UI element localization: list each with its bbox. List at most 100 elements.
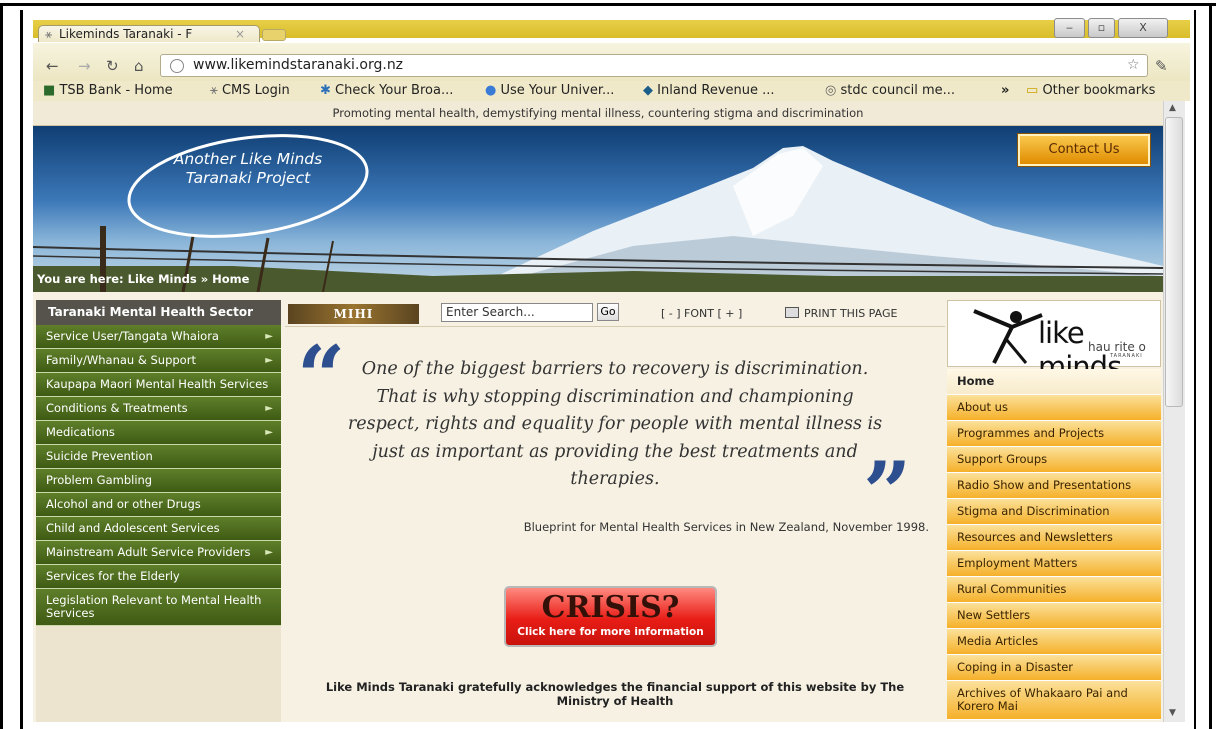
left-nav-item[interactable]: Problem Gambling (36, 469, 281, 493)
crisis-button[interactable]: CRISIS? Click here for more information (504, 586, 717, 647)
left-nav-item[interactable]: Medications ► (36, 421, 281, 445)
wrench-icon[interactable]: ✎ (1155, 57, 1168, 75)
breadcrumb: You are here: Like Minds » Home (37, 272, 250, 286)
bookmark-cms[interactable]: ⚹ CMS Login (210, 83, 290, 98)
chevron-right-icon: ► (265, 427, 273, 438)
bookmarks-bar: ■ TSB Bank - Home ⚹ CMS Login ✱ Check Yo… (33, 81, 1190, 101)
address-bar[interactable]: www.likemindstaranaki.org.nz (160, 54, 1148, 77)
chevron-right-icon: ► (265, 355, 273, 366)
close-quote-icon: ” (863, 443, 912, 542)
bookmark-inland-revenue[interactable]: ◆ Inland Revenue ... (643, 83, 775, 98)
banner-image: Another Like Minds Taranaki Project Cont… (33, 126, 1163, 292)
bookmark-university[interactable]: ● Use Your Univer... (485, 83, 614, 98)
scroll-down-icon[interactable]: ▼ (1169, 708, 1176, 718)
bookmark-other[interactable]: ▭ Other bookmarks (1026, 83, 1155, 98)
search-input[interactable]: Enter Search... (441, 303, 593, 322)
web-page: Promoting mental health, demystifying me… (33, 101, 1163, 722)
logo-subtitle: hau rite o (1088, 340, 1146, 354)
globe-icon (170, 59, 184, 73)
left-nav-item[interactable]: Alcohol and or other Drugs (36, 493, 281, 517)
right-nav-item[interactable]: Stigma and Discrimination (947, 499, 1161, 525)
right-nav-item[interactable]: Programmes and Projects (947, 421, 1161, 447)
bookmark-tsb[interactable]: ■ TSB Bank - Home (43, 83, 173, 98)
inland-revenue-icon: ◆ (643, 83, 653, 98)
left-nav-item[interactable]: Conditions & Treatments ► (36, 397, 281, 421)
broadband-icon: ✱ (320, 83, 331, 98)
left-nav-item[interactable]: Family/Whanau & Support ► (36, 349, 281, 373)
right-nav-item[interactable]: Radio Show and Presentations (947, 473, 1161, 499)
left-nav-item[interactable]: Services for the Elderly (36, 565, 281, 589)
right-nav-item[interactable]: Coping in a Disaster (947, 655, 1161, 681)
font-size-control[interactable]: [ - ] FONT [ + ] (661, 307, 742, 320)
frame-border-left (0, 3, 3, 729)
right-nav-item[interactable]: Rural Communities (947, 577, 1161, 603)
tab-favicon-icon: ⚹ (45, 27, 53, 41)
main-content: MIHI Enter Search... Go [ - ] FONT [ + ]… (285, 300, 945, 722)
open-quote-icon: “ (297, 327, 346, 426)
left-nav-item[interactable]: Child and Adolescent Services (36, 517, 281, 541)
left-nav-item[interactable]: Legislation Relevant to Mental Health Se… (36, 589, 281, 626)
right-nav-item[interactable]: Archives of Whakaaro Pai and Korero Mai (947, 681, 1161, 720)
left-nav-item[interactable]: Suicide Prevention (36, 445, 281, 469)
left-nav-item[interactable]: Kaupapa Maori Mental Health Services (36, 373, 281, 397)
right-nav-item[interactable]: Media Articles (947, 629, 1161, 655)
tab-title: Likeminds Taranaki - F (59, 27, 193, 41)
left-nav-item[interactable]: Service User/Tangata Whaiora ► (36, 325, 281, 349)
printer-icon (785, 307, 799, 318)
banner-project-text: Another Like Minds Taranaki Project (173, 150, 323, 187)
right-nav-item[interactable]: Employment Matters (947, 551, 1161, 577)
left-nav-item[interactable]: Mainstream Adult Service Providers ► (36, 541, 281, 565)
close-window-button[interactable]: X (1118, 18, 1168, 38)
quote-text: One of the biggest barriers to recovery … (347, 359, 883, 489)
scroll-up-icon[interactable]: ▲ (1169, 103, 1176, 113)
search-go-button[interactable]: Go (597, 303, 619, 321)
print-page-link[interactable]: PRINT THIS PAGE (785, 307, 897, 320)
forward-icon[interactable]: → (78, 57, 91, 75)
chevron-right-icon: ► (265, 403, 273, 414)
logo-region: TARANAKI (1110, 353, 1143, 359)
folder-icon: ▭ (1026, 83, 1039, 98)
left-sidebar-heading: Taranaki Mental Health Sector (36, 300, 281, 325)
stdc-icon: ◎ (825, 83, 837, 98)
right-nav-item[interactable]: Resources and Newsletters (947, 525, 1161, 551)
inner-border-right (1194, 10, 1196, 729)
university-icon: ● (485, 83, 497, 98)
new-tab-button[interactable] (262, 29, 286, 41)
reload-icon[interactable]: ↻ (106, 57, 119, 75)
scrollbar-thumb[interactable] (1165, 117, 1183, 407)
browser-tab[interactable]: ⚹ Likeminds Taranaki - F × (38, 25, 260, 42)
site-tagline: Promoting mental health, demystifying me… (33, 101, 1163, 126)
chevron-right-icon: ► (265, 547, 273, 558)
frame-border-right (1209, 3, 1212, 729)
crisis-subtitle: Click here for more information (517, 626, 704, 638)
figure-logo-icon (973, 309, 1043, 364)
tab-close-icon[interactable]: × (235, 26, 245, 42)
bookmark-broadband[interactable]: ✱ Check Your Broa... (320, 83, 453, 98)
home-icon[interactable]: ⌂ (134, 57, 144, 75)
cms-icon: ⚹ (210, 83, 218, 98)
back-icon[interactable]: ← (46, 57, 59, 75)
minimize-button[interactable]: ‒ (1054, 18, 1085, 38)
star-icon[interactable]: ☆ (1127, 57, 1140, 73)
right-nav-item[interactable]: New Settlers (947, 603, 1161, 629)
mihi-button[interactable]: MIHI (288, 304, 419, 324)
right-nav-item[interactable]: Support Groups (947, 447, 1161, 473)
frame-border-top (0, 3, 1216, 6)
right-nav-item-home[interactable]: Home (947, 369, 1161, 395)
chevron-right-icon: ► (265, 331, 273, 342)
left-sidebar: Taranaki Mental Health Sector Service Us… (36, 300, 281, 722)
right-sidebar: like minds hau rite o TARANAKI Home Abou… (945, 300, 1163, 722)
like-minds-logo[interactable]: like minds hau rite o TARANAKI (947, 300, 1161, 384)
inner-border-left (20, 10, 23, 729)
right-nav: Home About us Programmes and Projects Su… (947, 369, 1161, 720)
maximize-button[interactable]: ▫ (1088, 18, 1115, 38)
acknowledgement-text: Like Minds Taranaki gratefully acknowled… (325, 680, 905, 708)
content-toolbar: MIHI Enter Search... Go [ - ] FONT [ + ]… (285, 300, 945, 327)
more-bookmarks-icon[interactable]: » (1001, 83, 1009, 98)
bookmark-stdc[interactable]: ◎ stdc council me... (825, 83, 955, 98)
crisis-title: CRISIS? (541, 590, 680, 625)
quote-citation: Blueprint for Mental Health Services in … (523, 520, 929, 534)
right-nav-item[interactable]: About us (947, 395, 1161, 421)
tsb-icon: ■ (43, 83, 56, 98)
contact-us-button[interactable]: Contact Us (1018, 134, 1150, 166)
